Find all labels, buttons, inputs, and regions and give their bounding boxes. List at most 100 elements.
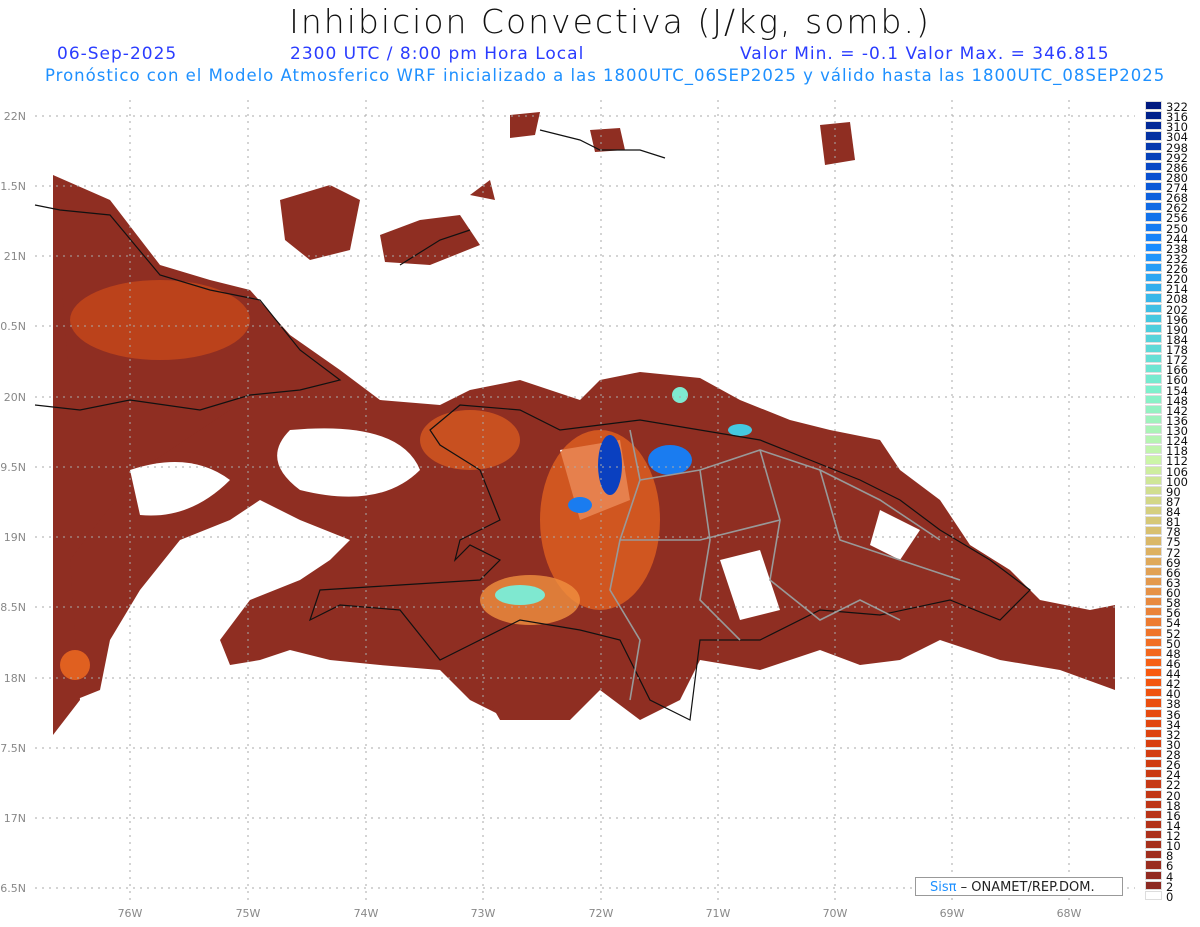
colorbar-swatch [1145,566,1162,576]
colorbar-swatch [1145,141,1162,151]
colorbar-swatch [1145,769,1162,779]
lon-label: 73W [471,907,496,920]
colorbar-label: 0 [1166,889,1174,904]
colorbar-swatch [1145,688,1162,698]
colorbar-swatch [1145,546,1162,556]
colorbar-swatch [1145,627,1162,637]
colorbar-swatch [1145,111,1162,121]
colorbar-swatch [1145,657,1162,668]
colorbar-swatch [1145,860,1162,870]
colorbar-swatch [1145,536,1162,546]
colorbar-swatch [1145,789,1162,799]
lon-label: 75W [236,907,261,920]
lat-label: 1.5N [0,180,26,193]
colorbar-swatch [1145,516,1162,526]
colorbar-swatch [1145,759,1162,769]
lat-label: 21N [4,250,26,263]
colorbar-swatch [1145,668,1162,678]
colorbar-swatch [1145,718,1162,728]
credit-brand: Sisπ [930,880,957,895]
colorbar-swatch [1145,749,1162,759]
lat-label: 17N [4,812,26,825]
colorbar-swatch [1145,576,1162,587]
colorbar-swatch [1145,647,1162,657]
lat-label: 0.5N [0,320,26,333]
colorbar-swatch [1145,344,1162,354]
lat-label: 20N [4,391,26,404]
colorbar-swatch [1145,192,1162,202]
colorbar-swatch [1145,222,1162,232]
colorbar-swatch [1145,495,1162,506]
cin-field [53,112,1115,735]
colorbar-swatch [1145,151,1162,161]
colorbar-swatch [1145,779,1162,789]
colorbar-swatch [1145,698,1162,708]
colorbar-swatch [1145,506,1162,516]
lon-label: 76W [118,907,143,920]
colorbar-swatch [1145,303,1162,313]
colorbar-swatch [1145,354,1162,364]
colorbar-swatch [1145,283,1162,293]
colorbar-swatch [1145,840,1162,850]
colorbar-swatch [1145,678,1162,688]
colorbar-swatch [1145,313,1162,323]
colorbar-swatch [1145,394,1162,404]
colorbar-swatch [1145,374,1162,384]
map-plot: 22N 1.5N 21N 0.5N 20N 9.5N 19N 8.5N 18N … [0,100,1135,920]
colorbar-swatch [1145,131,1162,141]
lon-label: 70W [823,907,848,920]
lat-label: 18N [4,672,26,685]
credit-box: Sisπ – ONAMET/REP.DOM. [915,877,1123,896]
colorbar-swatch [1145,809,1162,819]
colorbar-swatch [1145,738,1162,749]
lat-label: 6.5N [0,882,26,895]
colorbar-swatch [1145,414,1162,425]
lon-label: 74W [354,907,379,920]
colorbar-swatch [1145,637,1162,647]
lat-labels: 22N 1.5N 21N 0.5N 20N 9.5N 19N 8.5N 18N … [0,110,26,895]
colorbar-swatch [1145,617,1162,627]
colorbar-swatch [1145,890,1162,900]
colorbar-swatch [1145,323,1162,333]
credit-text: – ONAMET/REP.DOM. [956,880,1095,895]
lat-label: 19N [4,531,26,544]
lon-label: 72W [589,907,614,920]
colorbar-swatch [1145,364,1162,374]
colorbar-swatch [1145,252,1162,263]
colorbar-swatch [1145,293,1162,303]
colorbar-swatch [1145,799,1162,809]
lat-label: 8.5N [0,601,26,614]
colorbar-swatch [1145,101,1162,111]
colorbar-swatch [1145,212,1162,222]
colorbar-swatch [1145,404,1162,414]
colorbar-swatch [1145,587,1162,597]
colorbar-swatch [1145,161,1162,171]
lon-label: 71W [706,907,731,920]
lat-label: 7.5N [0,742,26,755]
colorbar-swatch [1145,850,1162,860]
colorbar-swatch [1145,728,1162,738]
colorbar-swatch [1145,819,1162,830]
colorbar-swatch [1145,425,1162,435]
colorbar-swatch [1145,121,1162,131]
colorbar-swatch [1145,465,1162,475]
lon-label: 68W [1057,907,1082,920]
lat-label: 22N [4,110,26,123]
colorbar-swatch [1145,607,1162,617]
colorbar-swatch [1145,455,1162,465]
colorbar-swatch [1145,242,1162,252]
colorbar-swatch [1145,182,1162,192]
colorbar-swatch [1145,435,1162,445]
colorbar-swatch [1145,556,1162,566]
colorbar-swatch [1145,830,1162,840]
colorbar-swatch [1145,202,1162,212]
colorbar-swatch [1145,232,1162,242]
lon-label: 69W [940,907,965,920]
colorbar-swatch [1145,880,1162,890]
colorbar-swatch [1145,475,1162,485]
colorbar-swatch [1145,445,1162,455]
lat-label: 9.5N [0,461,26,474]
colorbar-swatch [1145,263,1162,273]
colorbar-swatch [1145,171,1162,181]
lon-labels: 76W 75W 74W 73W 72W 71W 70W 69W 68W [118,907,1082,920]
